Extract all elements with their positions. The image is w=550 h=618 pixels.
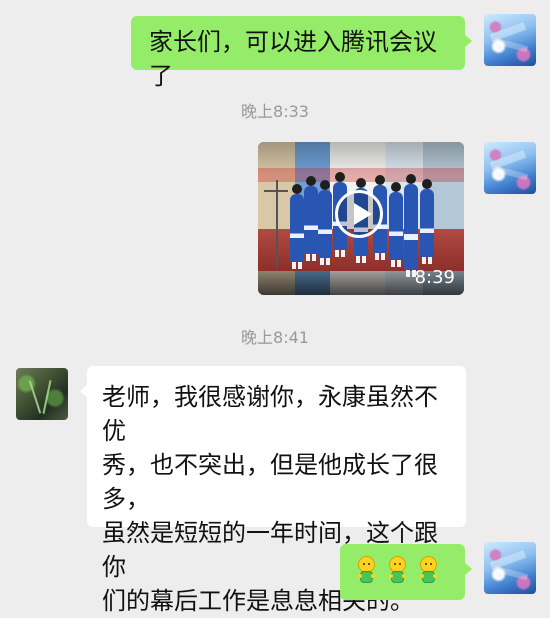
play-button[interactable] [335,190,383,238]
message-text: 家长们，可以进入腾讯会议了 [149,28,437,90]
video-duration: 8:39 [414,267,455,288]
my-avatar[interactable] [484,14,536,66]
microphone-stand [264,180,288,268]
outgoing-message-1[interactable]: 家长们，可以进入腾讯会议了 [131,16,472,90]
student-figure [389,182,403,267]
student-figure [304,176,318,261]
video-message[interactable]: 8:39 [258,142,464,295]
student-figure [290,184,304,269]
outgoing-emoji-message[interactable] [340,544,472,600]
clapping-emoji-icon [387,556,408,585]
incoming-message[interactable]: 老师，我很感谢你，永康虽然不优 秀，也不突出，但是他成长了很多， 虽然是短短的一… [80,366,466,615]
student-figure [420,179,434,264]
student-figure [404,174,418,277]
my-avatar[interactable] [484,142,536,194]
my-avatar[interactable] [484,542,536,594]
student-figure [318,180,332,265]
clapping-emoji-icon [356,556,377,585]
timestamp-2: 晚上8:41 [241,328,309,347]
emoji-row [356,556,439,585]
clapping-emoji-icon [418,556,439,585]
contact-avatar[interactable] [16,368,68,420]
timestamp-1: 晚上8:33 [241,102,309,121]
